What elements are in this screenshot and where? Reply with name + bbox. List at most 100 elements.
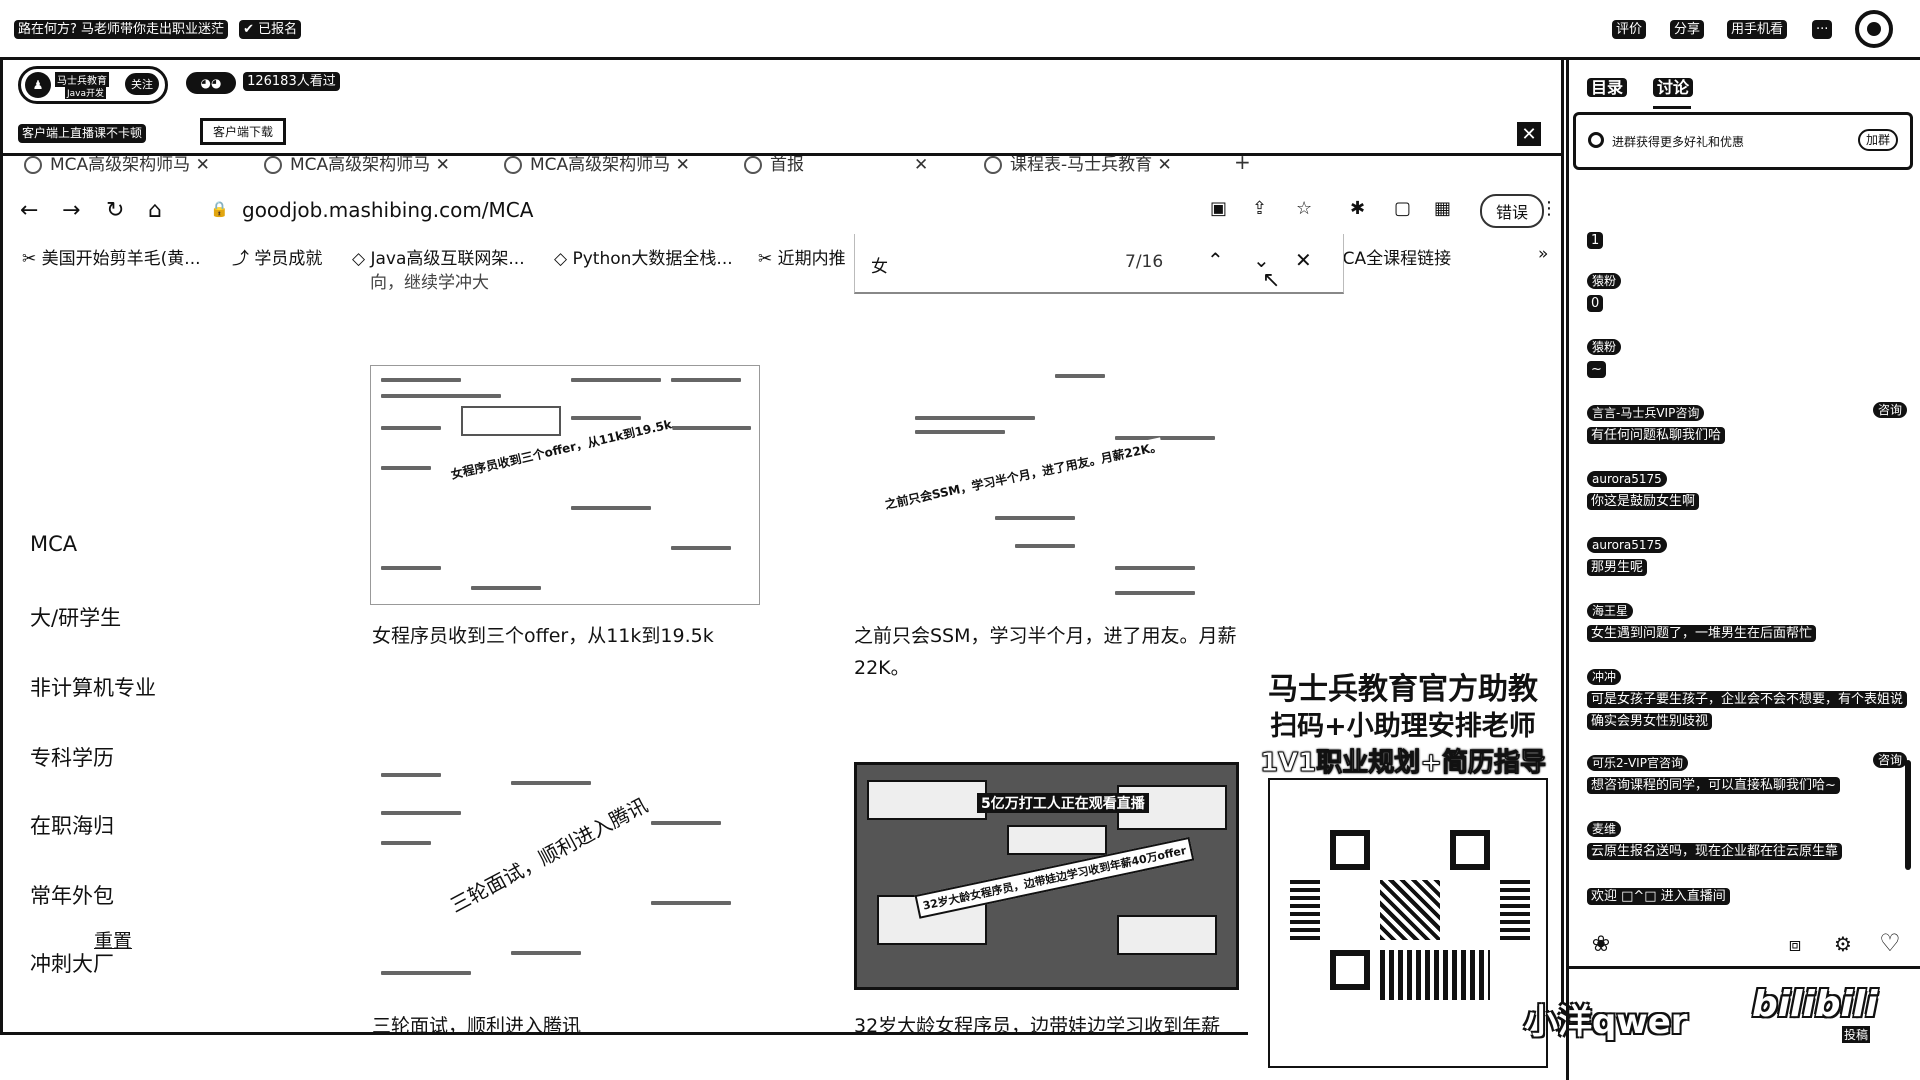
browser-tab[interactable]: MCA高级架构师马 ✕ <box>264 150 484 180</box>
card-caption[interactable]: 32岁大龄女程序员，边带娃边学习收到年薪 <box>854 1010 1254 1042</box>
qr-line2: 扫码+小助理安排老师 <box>1270 711 1536 742</box>
settings-icon[interactable]: ⚙ <box>1829 930 1857 958</box>
chat-message: aurora5175 那男生呢 <box>1587 534 1907 578</box>
card-banner: 之前只会SSM，学习半个月，进了用友。月薪22K。 <box>883 437 1164 513</box>
message-text: 云原生报名送吗，现在企业都在往云原生靠 <box>1587 843 1843 860</box>
bookmark-item[interactable]: ✂ 美国开始剪羊毛(黄... <box>22 244 201 269</box>
category-list: MCA 大/研学生 非计算机专业 专科学历 在职海归 常年外包 冲刺大厂 <box>14 380 314 980</box>
bookmark-item[interactable]: ◇ Java高级互联网架... <box>352 244 525 269</box>
category-outsourcing[interactable]: 常年外包 <box>30 880 114 910</box>
message-user[interactable]: aurora5175 <box>1587 471 1667 487</box>
message-text: 有任何问题私聊我们哈 <box>1587 427 1726 444</box>
phone-view-button[interactable]: 用手机看 <box>1727 20 1788 39</box>
partial-text: 向，继续学冲大 <box>370 273 489 293</box>
qr-code-icon[interactable] <box>1268 778 1548 1068</box>
live-title-text: 路在何方? 马老师带你走出职业迷茫 <box>14 20 229 39</box>
tab-favicon-icon <box>264 156 282 174</box>
find-input[interactable]: 女 <box>871 252 888 277</box>
bookmark-label: 学员成就 <box>254 249 323 269</box>
share-button[interactable]: 分享 <box>1670 20 1705 39</box>
tab-catalog[interactable]: 目录 <box>1587 78 1628 98</box>
chat-scrollbar[interactable] <box>1905 760 1911 870</box>
category-non-cs[interactable]: 非计算机专业 <box>30 672 156 702</box>
consult-badge: 咨询 <box>1872 752 1907 768</box>
chat-message: 猿粉 0 <box>1587 270 1907 314</box>
qr-promo: 马士兵教育官方助教 扫码+小助理安排老师 1V1职业规划+简历指导 <box>1248 660 1558 1068</box>
message-user[interactable]: 可乐2-VIP官咨询 <box>1587 755 1688 771</box>
share-page-icon[interactable]: ⇪ <box>1252 198 1267 219</box>
browser-tab[interactable]: 首报 ✕ <box>744 150 964 180</box>
registered-badge: ✔ 已报名 <box>239 20 302 39</box>
gift-icon[interactable]: ⧈ <box>1781 930 1809 958</box>
bookmark-item[interactable]: ◇ Python大数据全栈... <box>554 244 733 269</box>
find-count: 7/16 <box>1125 252 1164 272</box>
chat-message: 冲冲 可是女孩子要生孩子，企业会不会不想要，有个表姐说确实会男女性别歧视 <box>1587 666 1908 732</box>
sidebar-icon[interactable]: ▢ <box>1394 198 1411 219</box>
extension-icon[interactable]: ✱ <box>1350 198 1365 219</box>
promo-icon <box>1588 132 1604 148</box>
tab-label: MCA高级架构师马 <box>50 155 191 175</box>
chat-message: aurora5175 你这是鼓励女生啊 <box>1587 468 1907 512</box>
profile-icon[interactable]: ▦ <box>1434 198 1451 219</box>
card-top-banner: 5亿万打工人正在观看直播 <box>977 793 1149 813</box>
reset-link[interactable]: 重置 <box>94 926 132 953</box>
bookmark-item[interactable]: ⤴ 学员成就 <box>232 244 322 269</box>
card-caption[interactable]: 三轮面试，顺利进入腾讯 <box>372 1010 581 1042</box>
browser-tab[interactable]: MCA高级架构师马 ✕ <box>24 150 224 180</box>
message-user[interactable]: aurora5175 <box>1587 537 1667 553</box>
user-group-icon[interactable]: ❀ <box>1587 930 1615 958</box>
message-text: 想咨询课程的同学，可以直接私聊我们哈~ <box>1587 777 1840 794</box>
mouse-cursor-icon: ↖ <box>1262 268 1281 293</box>
home-icon[interactable]: ⌂ <box>148 198 162 223</box>
find-prev-icon[interactable]: ⌃ <box>1207 248 1224 272</box>
message-user[interactable]: 冲冲 <box>1587 669 1622 685</box>
category-returnee[interactable]: 在职海归 <box>30 810 114 840</box>
card-image[interactable]: 之前只会SSM，学习半个月，进了用友。月薪22K。 <box>854 365 1254 605</box>
card-caption[interactable]: 女程序员收到三个offer，从11k到19.5k <box>372 620 714 652</box>
back-icon[interactable]: ← <box>20 198 38 223</box>
bookmark-item[interactable]: ✂ 近期内推 <box>758 244 846 269</box>
message-text: 你这是鼓励女生啊 <box>1587 493 1700 510</box>
like-heart-icon[interactable]: ♡ <box>1875 928 1905 958</box>
message-user[interactable]: 猿粉 <box>1587 339 1622 355</box>
message-user[interactable]: 海王星 <box>1587 603 1634 619</box>
category-associate[interactable]: 专科学历 <box>30 742 114 772</box>
consult-badge: 咨询 <box>1872 402 1907 418</box>
user-avatar-icon[interactable] <box>1855 10 1893 48</box>
find-bar: 女 7/16 ⌃ ⌄ ✕ ↖ <box>854 234 1344 294</box>
star-icon[interactable]: ☆ <box>1296 198 1312 219</box>
message-text: ~ <box>1587 361 1606 378</box>
tab-favicon-icon <box>504 156 522 174</box>
error-button[interactable]: 错误 <box>1480 194 1545 228</box>
tab-discuss[interactable]: 讨论 <box>1653 78 1694 98</box>
message-user[interactable]: 言言-马士兵VIP咨询 <box>1587 405 1705 421</box>
forward-icon[interactable]: → <box>62 198 80 223</box>
message-user[interactable]: 麦维 <box>1587 821 1622 837</box>
address-bar[interactable]: goodjob.mashibing.com/MCA <box>242 198 533 222</box>
category-graduate[interactable]: 大/研学生 <box>30 602 121 632</box>
card-image[interactable]: 三轮面试，顺利进入腾讯 <box>370 760 760 1000</box>
card-image[interactable]: 5亿万打工人正在观看直播 32岁大龄女程序员，边带娃边学习收到年薪40万offe… <box>854 762 1239 990</box>
new-tab-icon[interactable]: + <box>1234 150 1264 180</box>
page-icon[interactable]: ▣ <box>1210 198 1227 219</box>
bookmark-label: Python大数据全栈... <box>572 249 733 269</box>
category-mca[interactable]: MCA <box>30 532 77 556</box>
find-close-icon[interactable]: ✕ <box>1295 248 1312 272</box>
join-group-button[interactable]: 加群 <box>1858 129 1899 151</box>
promo-text: 进群获得更多好礼和优惠 <box>1612 135 1745 149</box>
bookmarks-more-icon[interactable]: » <box>1538 244 1548 264</box>
chat-divider <box>1569 966 1920 969</box>
browser-tab[interactable]: 课程表-马士兵教育 ✕ <box>984 150 1224 180</box>
card-image[interactable]: 女程序员收到三个offer，从11k到19.5k <box>370 365 760 605</box>
chat-panel: 目录 讨论 进群获得更多好礼和优惠 加群 1 猿粉 0 猿粉 ~ 言言-马士兵V… <box>1566 60 1920 1080</box>
card-caption[interactable]: 之前只会SSM，学习半个月，进了用友。月薪22K。 <box>854 620 1254 684</box>
bookmark-label: 近期内推 <box>777 249 846 269</box>
browser-tab[interactable]: MCA高级架构师马 ✕ <box>504 150 724 180</box>
more-button[interactable]: ··· <box>1812 20 1833 39</box>
menu-icon[interactable]: ⋮ <box>1540 198 1558 219</box>
reload-icon[interactable]: ↻ <box>106 198 124 223</box>
chat-message: 海王星 女生遇到问题了，一堆男生在后面帮忙 <box>1587 600 1907 644</box>
message-user[interactable]: 猿粉 <box>1587 273 1622 289</box>
rate-button[interactable]: 评价 <box>1612 20 1647 39</box>
bookmark-item[interactable]: MCA全课程链接 <box>1328 244 1451 269</box>
